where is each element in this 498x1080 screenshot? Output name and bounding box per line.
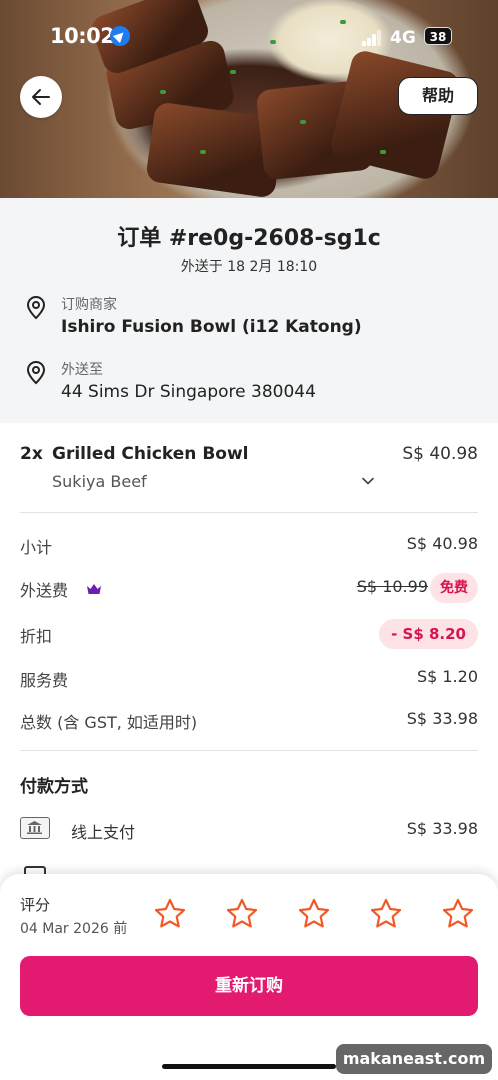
- reorder-button[interactable]: 重新订购: [20, 956, 478, 1016]
- payment-title: 付款方式: [20, 777, 88, 797]
- location-arrow-icon: [110, 26, 130, 46]
- location-pin-icon: [26, 361, 46, 385]
- divider: [20, 512, 478, 513]
- delivery-fee-original: S$ 10.99: [356, 577, 428, 596]
- signal-icon: [362, 30, 382, 46]
- status-bar: 10:02 4G 38: [0, 0, 498, 74]
- vendor-name: Ishiro Fusion Bowl (i12 Katong): [61, 317, 362, 337]
- total-row: 总数 (含 GST, 如适用时) S$ 33.98: [20, 705, 478, 735]
- order-title: 订单 #re0g-2608-sg1c: [117, 226, 381, 251]
- discount-row: 折扣 - S$ 8.20: [20, 619, 478, 649]
- item-name: Grilled Chicken Bowl: [52, 444, 249, 464]
- service-fee-value: S$ 1.20: [416, 667, 478, 686]
- bank-icon: [20, 817, 50, 839]
- back-button[interactable]: [20, 76, 62, 118]
- total-value: S$ 33.98: [406, 709, 478, 728]
- item-quantity: 2x: [20, 444, 43, 464]
- star-icon[interactable]: [153, 897, 187, 931]
- rating-deadline: 04 Mar 2026 前: [20, 921, 128, 937]
- item-price: S$ 40.98: [402, 444, 478, 464]
- star-icon[interactable]: [225, 897, 259, 931]
- star-icon[interactable]: [441, 897, 475, 931]
- service-fee-row: 服务费 S$ 1.20: [20, 663, 478, 693]
- address-label: 外送至: [61, 362, 103, 378]
- delivery-address: 44 Sims Dr Singapore 380044: [61, 382, 316, 402]
- arrow-left-icon: [32, 89, 50, 105]
- discount-value: - S$ 8.20: [379, 619, 478, 649]
- divider: [20, 750, 478, 751]
- chevron-down-icon[interactable]: [361, 474, 375, 488]
- watermark: makaneast.com: [336, 1044, 492, 1074]
- rating-label: 评分: [20, 896, 51, 914]
- delivered-time: 外送于 18 2月 18:10: [180, 259, 318, 275]
- service-fee-label: 服务费: [20, 671, 69, 690]
- item-variant: Sukiya Beef: [52, 472, 147, 491]
- network-type: 4G: [390, 28, 416, 48]
- star-icon[interactable]: [297, 897, 331, 931]
- delivery-fee-label: 外送费: [20, 581, 69, 600]
- subtotal-label: 小计: [20, 538, 53, 557]
- crown-icon: [87, 584, 101, 594]
- star-icon[interactable]: [369, 897, 403, 931]
- free-badge: 免费: [430, 573, 478, 603]
- location-pin-icon: [26, 296, 46, 320]
- hero-food-image: 10:02 4G 38 帮助: [0, 0, 498, 198]
- delivery-fee-row: 外送费 S$ 10.99 免费: [20, 573, 478, 603]
- total-label: 总数 (含 GST, 如适用时): [20, 713, 198, 732]
- subtotal-row: 小计 S$ 40.98: [20, 530, 478, 560]
- payment-amount: S$ 33.98: [406, 819, 478, 838]
- battery-icon: 38: [424, 27, 452, 45]
- order-info-panel: 订单 #re0g-2608-sg1c 外送于 18 2月 18:10 订购商家 …: [0, 198, 498, 423]
- help-button[interactable]: 帮助: [398, 77, 478, 115]
- discount-label: 折扣: [20, 627, 53, 646]
- payment-method: 线上支付: [71, 823, 136, 842]
- subtotal-value: S$ 40.98: [406, 534, 478, 553]
- home-indicator: [162, 1064, 336, 1069]
- vendor-label: 订购商家: [61, 297, 117, 313]
- status-time: 10:02: [50, 24, 115, 48]
